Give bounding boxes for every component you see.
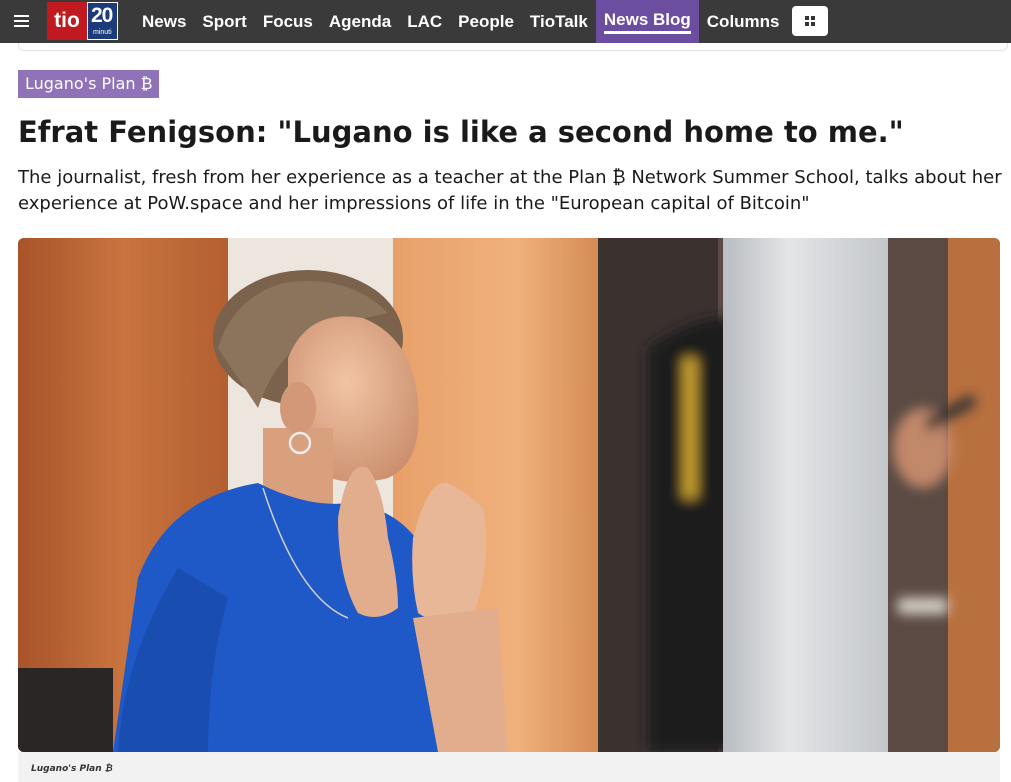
site-logo[interactable]: tio 20 minuti: [47, 2, 118, 40]
nav-item-label: News: [142, 11, 187, 31]
logo-tio: tio: [47, 2, 87, 40]
nav-item-people[interactable]: People: [450, 0, 522, 43]
nav-item-label: Columns: [706, 11, 780, 31]
logo-20-subtitle: minuti: [93, 29, 112, 36]
article-hero-image: [18, 238, 1000, 752]
top-navigation-bar: tio 20 minuti News Sport Focus Agenda LA…: [0, 0, 1011, 43]
image-caption-bar: Lugano's Plan ₿: [18, 752, 1000, 782]
apps-grid-icon[interactable]: [792, 6, 828, 36]
main-nav: News Sport Focus Agenda LAC People TioTa…: [134, 0, 788, 43]
logo-20-number: 20: [91, 4, 113, 27]
nav-item-news-blog[interactable]: News Blog: [595, 0, 699, 43]
article-title: Efrat Fenigson: "Lugano is like a second…: [18, 115, 904, 149]
nav-item-focus[interactable]: Focus: [255, 0, 321, 43]
nav-item-label: People: [458, 11, 514, 31]
article-lead: The journalist, fresh from her experienc…: [18, 167, 1002, 214]
nav-item-news[interactable]: News: [134, 0, 194, 43]
nav-item-label: Focus: [262, 11, 313, 31]
nav-item-label: LAC: [407, 11, 443, 31]
nav-item-label: Sport: [202, 11, 247, 31]
nav-item-label: News Blog: [603, 10, 691, 34]
nav-item-sport[interactable]: Sport: [194, 0, 254, 43]
subheader-strip: [18, 43, 1008, 51]
nav-item-columns[interactable]: Columns: [699, 0, 788, 43]
hamburger-menu-icon[interactable]: [14, 12, 34, 30]
logo-20-minuti: 20 minuti: [87, 2, 118, 40]
category-badge[interactable]: Lugano's Plan ₿: [18, 70, 160, 98]
nav-item-label: Agenda: [328, 11, 392, 31]
nav-item-label: TioTalk: [529, 11, 588, 31]
image-caption: Lugano's Plan ₿: [31, 764, 113, 774]
nav-item-agenda[interactable]: Agenda: [321, 0, 399, 43]
nav-item-tiotalk[interactable]: TioTalk: [522, 0, 596, 43]
nav-item-lac[interactable]: LAC: [399, 0, 450, 43]
